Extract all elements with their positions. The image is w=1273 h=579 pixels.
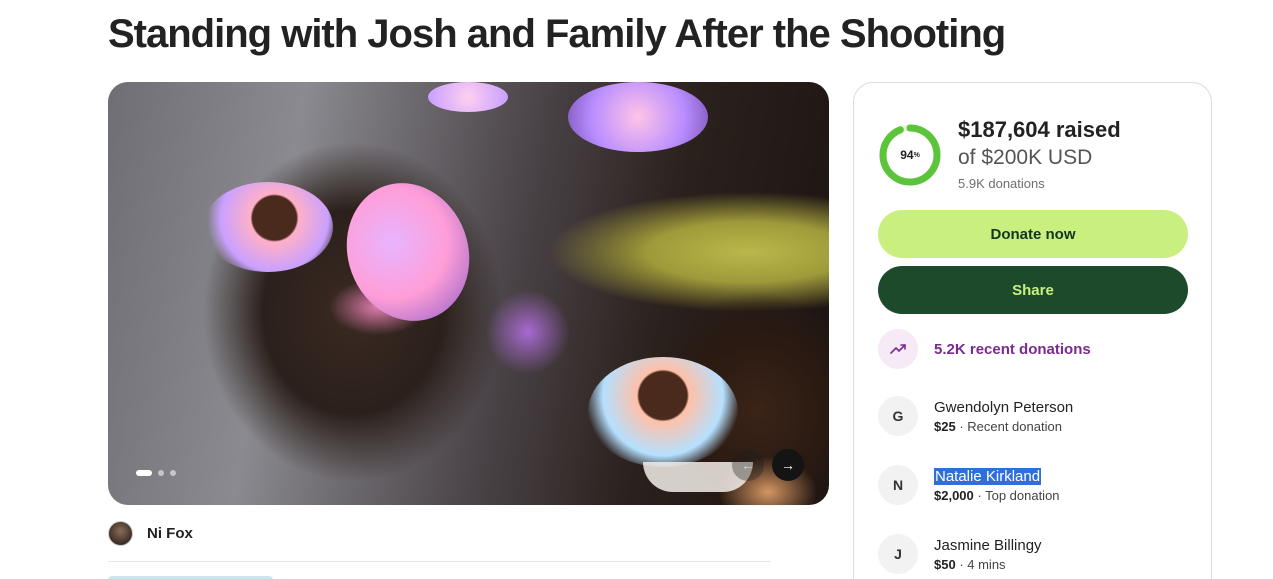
goal-amount: of $200K USD bbox=[958, 146, 1093, 169]
donor-meta: $50 · 4 mins bbox=[934, 556, 1006, 572]
filter-nose-graphic bbox=[203, 182, 333, 272]
page-title: Standing with Josh and Family After the … bbox=[108, 12, 1006, 56]
progress-percent: 94% bbox=[900, 148, 920, 162]
donor-item: G Gwendolyn Peterson $25 · Recent donati… bbox=[878, 396, 1073, 436]
organizer-name[interactable]: Ni Fox bbox=[147, 525, 193, 542]
donor-name: Jasmine Billingy bbox=[934, 536, 1042, 554]
organizer-avatar bbox=[108, 521, 133, 546]
campaign-image-carousel[interactable]: ← → bbox=[108, 82, 829, 505]
filter-nose-graphic bbox=[588, 357, 738, 467]
arrow-right-icon: → bbox=[781, 457, 795, 473]
donor-item: N Natalie Kirkland $2,000 · Top donation bbox=[878, 465, 1060, 505]
donor-avatar: N bbox=[878, 465, 918, 505]
filter-ear-graphic bbox=[428, 82, 508, 112]
trending-up-icon bbox=[878, 329, 918, 369]
amount-raised: $187,604 raised bbox=[958, 117, 1121, 142]
divider bbox=[108, 561, 771, 562]
donor-meta: $2,000 · Top donation bbox=[934, 487, 1060, 503]
carousel-next-button[interactable]: → bbox=[772, 449, 804, 481]
carousel-dot[interactable] bbox=[170, 470, 176, 476]
carousel-dot-active[interactable] bbox=[136, 470, 152, 476]
donor-avatar: J bbox=[878, 534, 918, 574]
filter-ear-graphic bbox=[568, 82, 708, 152]
carousel-prev-button[interactable]: ← bbox=[732, 449, 764, 481]
donate-now-button[interactable]: Donate now bbox=[878, 210, 1188, 258]
filter-ear-graphic bbox=[327, 165, 489, 339]
recent-donations-label[interactable]: 5.2K recent donations bbox=[934, 341, 1091, 358]
donor-name-selected: Natalie Kirkland bbox=[934, 467, 1042, 485]
donation-count: 5.9K donations bbox=[958, 176, 1045, 191]
carousel-dot[interactable] bbox=[158, 470, 164, 476]
organizer[interactable]: Ni Fox bbox=[108, 521, 193, 546]
carousel-indicator bbox=[136, 470, 176, 476]
donor-avatar: G bbox=[878, 396, 918, 436]
share-button[interactable]: Share bbox=[878, 266, 1188, 314]
recent-donations-link[interactable]: 5.2K recent donations bbox=[878, 329, 1091, 369]
donor-meta: $25 · Recent donation bbox=[934, 418, 1062, 434]
arrow-left-icon: ← bbox=[741, 457, 755, 473]
donation-card: 94% $187,604 raised of $200K USD 5.9K do… bbox=[853, 82, 1212, 579]
donor-item: J Jasmine Billingy $50 · 4 mins bbox=[878, 534, 1042, 574]
donor-name: Gwendolyn Peterson bbox=[934, 398, 1074, 416]
